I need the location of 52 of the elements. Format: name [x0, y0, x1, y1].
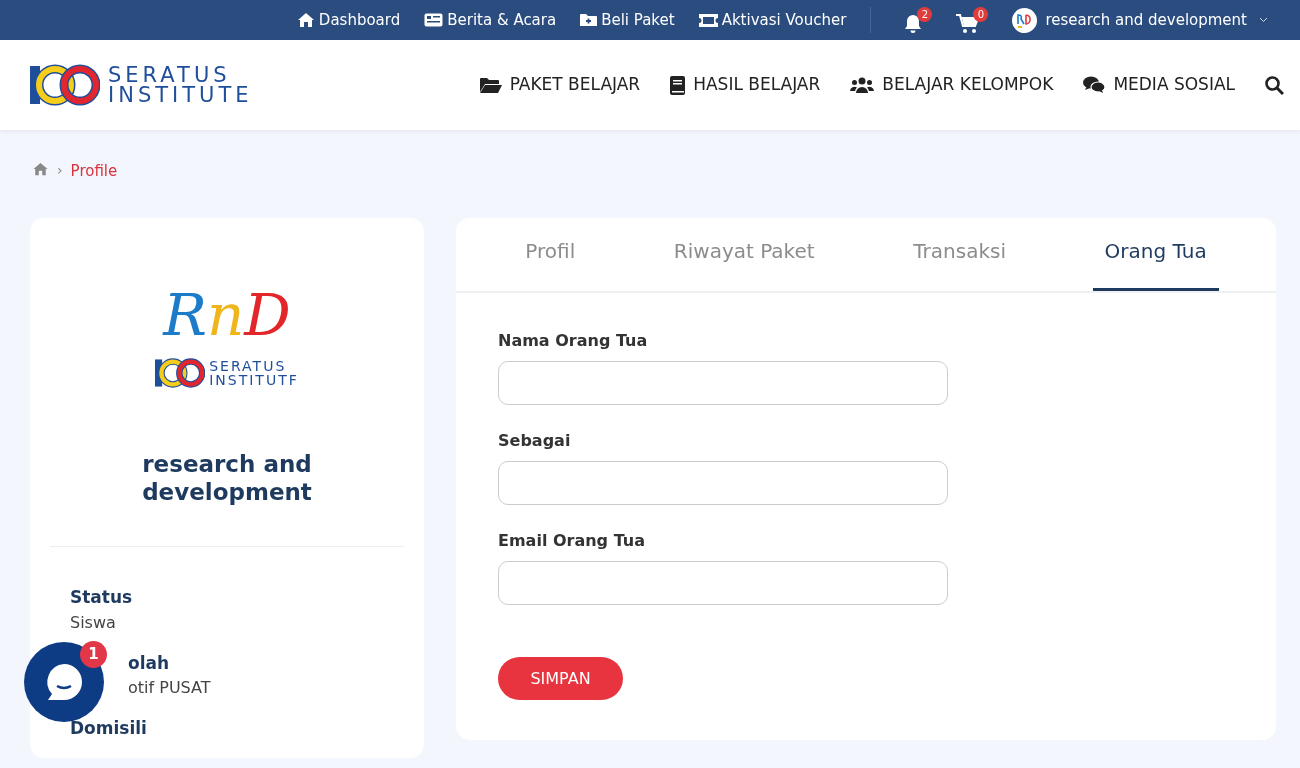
nav-link[interactable]: HASIL BELAJAR — [670, 72, 821, 98]
nav-link[interactable]: MEDIA SOSIAL — [1083, 72, 1235, 98]
home-icon[interactable] — [32, 162, 49, 176]
field-label: Sebagai — [498, 430, 572, 452]
cart-button[interactable]: 0 — [956, 6, 989, 34]
newspaper-icon — [424, 13, 444, 27]
logo-text: SERATUS — [108, 65, 231, 85]
chevron-down-icon — [1259, 17, 1268, 23]
topbar-link[interactable]: Aktivasi Voucher — [698, 8, 847, 32]
field-value: otif PUSAT — [128, 677, 212, 699]
field-label: Status — [70, 586, 134, 609]
field-label: Nama Orang Tua — [498, 330, 649, 352]
logo-text: INSTITUTF — [209, 373, 299, 387]
logo-text: INSTITUTE — [108, 85, 253, 105]
rnd-logo-text: RnD — [163, 280, 291, 350]
notification-button[interactable]: 2 — [903, 6, 933, 34]
field-label: Domisili — [70, 717, 148, 740]
field-label: Email Orang Tua — [498, 530, 646, 552]
rings-logo-icon — [30, 64, 100, 106]
chat-icon — [1083, 76, 1106, 94]
input-field[interactable] — [498, 361, 948, 405]
logo-text: SERATUS — [209, 359, 288, 373]
book-icon — [670, 75, 686, 95]
breadcrumb-current: Profile — [70, 161, 118, 182]
avatar-icon — [1012, 7, 1038, 33]
tab[interactable]: Orang Tua — [1092, 218, 1219, 291]
input-field[interactable] — [498, 561, 948, 605]
notification-count: 2 — [917, 6, 933, 22]
topbar-link[interactable]: Beli Paket — [580, 8, 675, 32]
cart-count: 0 — [973, 6, 989, 22]
breadcrumb-separator: › — [57, 161, 63, 180]
input-field[interactable] — [498, 461, 948, 505]
profile-name: research and development — [141, 450, 313, 506]
save-button[interactable]: SIMPAN — [498, 657, 623, 700]
topbar-link[interactable]: Dashboard — [296, 8, 401, 32]
nav-link[interactable]: PAKET BELAJAR — [479, 72, 641, 98]
folder-plus-icon — [580, 13, 598, 27]
field-value: Siswa — [70, 611, 117, 634]
field-label: olah — [128, 651, 171, 675]
folder-icon — [479, 76, 502, 94]
bell-icon — [903, 13, 924, 34]
logo[interactable]: SERATUS INSTITUTE — [30, 64, 253, 106]
chat-bubble-icon — [44, 662, 84, 702]
topbar-link[interactable]: Berita & Acara — [424, 8, 557, 32]
home-icon — [296, 12, 315, 28]
rings-logo-icon — [155, 358, 206, 388]
ticket-icon — [698, 13, 718, 27]
user-menu[interactable]: research and development — [1012, 7, 1268, 33]
search-icon[interactable] — [1265, 75, 1284, 95]
nav-link[interactable]: BELAJAR KELOMPOK — [850, 72, 1054, 98]
users-icon — [850, 76, 875, 94]
cart-icon — [956, 13, 980, 34]
